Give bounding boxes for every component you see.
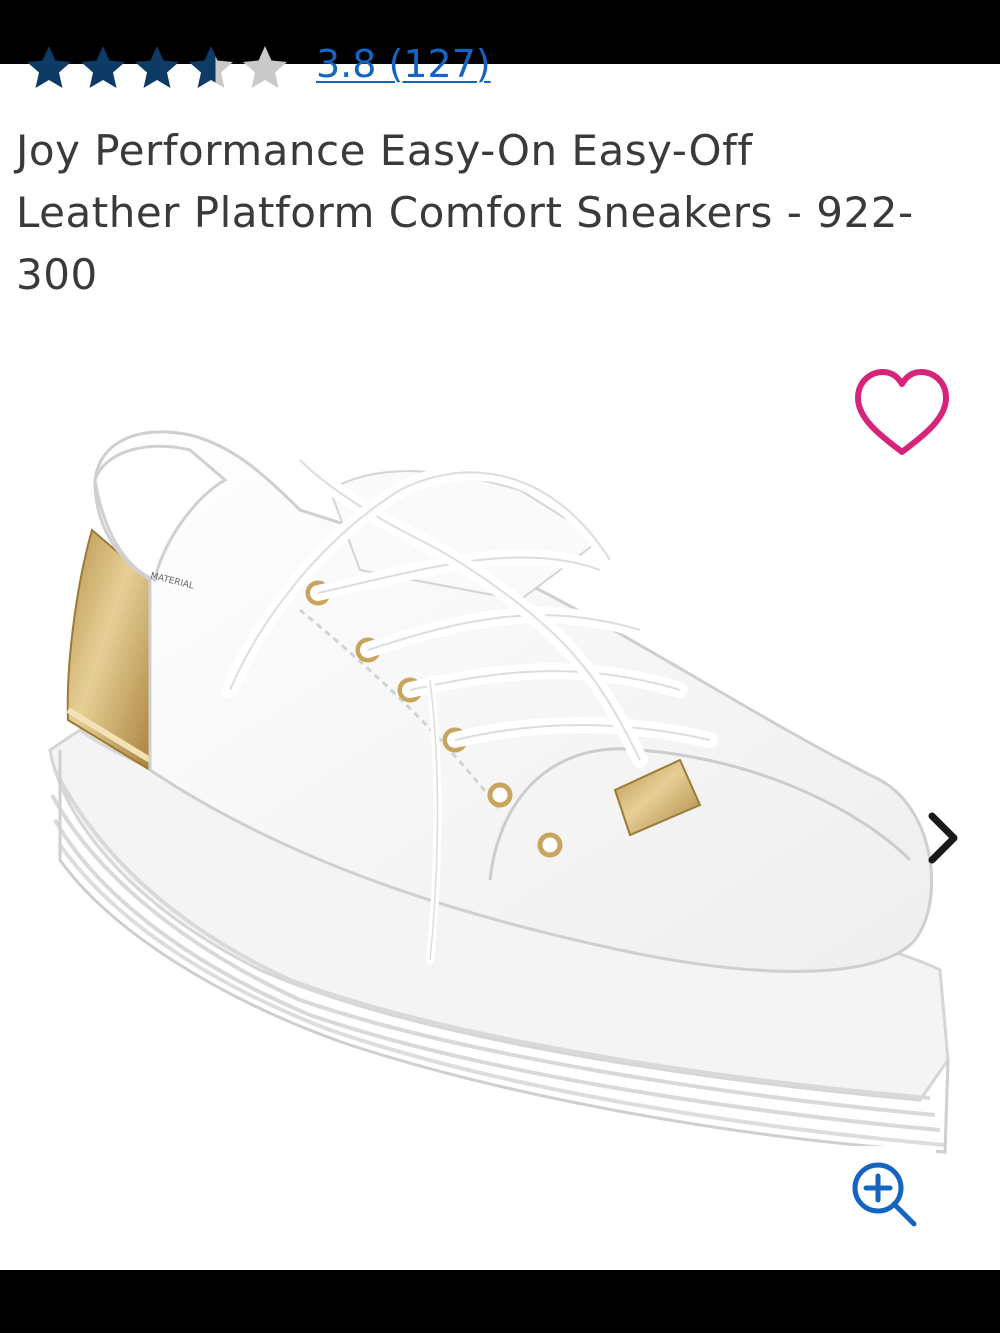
product-image[interactable]: MATERIAL: [0, 340, 1000, 1240]
sneaker-illustration: MATERIAL: [48, 430, 950, 1154]
rating-reviews-link[interactable]: 3.8 (127): [316, 42, 491, 86]
product-title: Joy Performance Easy-On Easy-Off Leather…: [16, 126, 914, 299]
zoom-in-icon: [852, 1162, 917, 1227]
star-1-icon: [27, 46, 71, 88]
star-3-icon: [135, 46, 179, 88]
rating-row: 3.8 (127): [22, 42, 922, 92]
star-rating: [22, 42, 292, 92]
star-4-icon: [189, 46, 233, 88]
chevron-right-icon: [928, 812, 958, 864]
star-2-icon: [81, 46, 125, 88]
next-image-button[interactable]: [916, 806, 970, 870]
stars-svg: [27, 46, 287, 88]
wishlist-button[interactable]: [850, 366, 954, 462]
heart-icon: [855, 369, 949, 455]
star-5-icon: [243, 46, 287, 88]
zoom-button[interactable]: [836, 1146, 936, 1246]
navigation-bar: [0, 1270, 1000, 1333]
